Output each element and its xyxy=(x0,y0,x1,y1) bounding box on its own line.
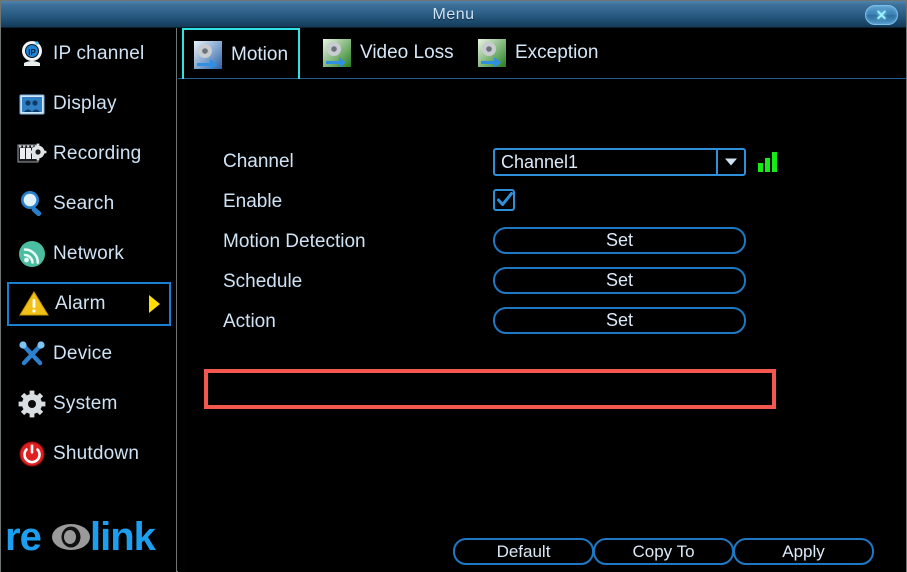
apply-button[interactable]: Apply xyxy=(733,538,874,565)
tab-motion[interactable]: Motion xyxy=(182,28,301,79)
svg-text:link: link xyxy=(90,515,157,559)
sidebar-item-device[interactable]: Device xyxy=(7,332,171,376)
row-motion-detection: Motion Detection Set xyxy=(178,225,906,259)
enable-checkbox[interactable] xyxy=(493,189,515,211)
sidebar-item-alarm[interactable]: Alarm xyxy=(7,282,171,326)
default-button[interactable]: Default xyxy=(453,538,594,565)
display-icon xyxy=(15,87,49,121)
signal-bars-icon xyxy=(756,149,780,173)
close-icon: ✕ xyxy=(875,7,888,23)
content-panel: Motion Video Loss Exception Channel Chan… xyxy=(178,28,906,572)
motion-gear-arrow-icon xyxy=(194,40,222,70)
channel-label: Channel xyxy=(223,151,294,172)
check-icon xyxy=(497,192,513,206)
alarm-warning-icon xyxy=(17,287,51,321)
svg-text:re: re xyxy=(5,515,41,559)
tabbar: Motion Video Loss Exception xyxy=(178,28,906,79)
network-icon xyxy=(15,237,49,271)
sidebar-item-label: Recording xyxy=(53,143,142,164)
row-enable: Enable xyxy=(178,185,906,219)
sidebar-item-shutdown[interactable]: Shutdown xyxy=(7,432,171,476)
window-title: Menu xyxy=(432,6,475,23)
sidebar-item-label: System xyxy=(53,393,118,414)
sidebar-item-system[interactable]: System xyxy=(7,382,171,426)
copy-to-button[interactable]: Copy To xyxy=(593,538,734,565)
svg-text:IP: IP xyxy=(28,48,36,57)
motion-settings-form: Channel Channel1 Enable Motion Detection… xyxy=(178,79,906,519)
sidebar: IP IP channel Display Recording Search N… xyxy=(1,28,177,572)
chevron-right-icon xyxy=(149,295,160,313)
tools-icon xyxy=(15,337,49,371)
sidebar-item-recording[interactable]: Recording xyxy=(7,132,171,176)
tab-label: Motion xyxy=(231,43,289,65)
enable-label: Enable xyxy=(223,191,283,212)
sidebar-item-search[interactable]: Search xyxy=(7,182,171,226)
sidebar-item-label: Network xyxy=(53,243,125,264)
reolink-logo: re link xyxy=(5,514,175,560)
videoloss-gear-arrow-icon xyxy=(323,39,351,68)
schedule-set-button[interactable]: Set xyxy=(493,267,746,294)
sidebar-item-label: Shutdown xyxy=(53,443,140,464)
row-action: Action Set xyxy=(178,305,906,339)
schedule-label: Schedule xyxy=(223,271,303,292)
chevron-down-icon[interactable] xyxy=(716,150,744,174)
search-icon xyxy=(15,187,49,221)
tab-label: Exception xyxy=(515,42,599,63)
tab-video-loss[interactable]: Video Loss xyxy=(313,28,464,78)
sidebar-item-display[interactable]: Display xyxy=(7,82,171,126)
sidebar-item-ip-channel[interactable]: IP IP channel xyxy=(7,32,171,76)
row-schedule: Schedule Set xyxy=(178,265,906,299)
footer-buttons: Default Copy To Apply xyxy=(178,538,906,566)
sidebar-item-label: IP channel xyxy=(53,43,145,64)
close-button[interactable]: ✕ xyxy=(865,5,898,25)
menu-window: Menu ✕ IP IP channel Display Recording S… xyxy=(0,0,907,572)
sidebar-item-network[interactable]: Network xyxy=(7,232,171,276)
sidebar-item-label: Search xyxy=(53,193,115,214)
action-row-highlight xyxy=(204,369,776,409)
action-label: Action xyxy=(223,311,276,332)
ip-camera-icon: IP xyxy=(15,37,49,71)
power-icon xyxy=(15,437,49,471)
window-titlebar: Menu ✕ xyxy=(1,1,906,28)
sidebar-item-label: Alarm xyxy=(55,293,106,314)
row-channel: Channel Channel1 xyxy=(178,145,906,179)
action-set-button[interactable]: Set xyxy=(493,307,746,334)
channel-select[interactable]: Channel1 xyxy=(493,148,746,176)
recording-icon xyxy=(15,137,49,171)
exception-gear-arrow-icon xyxy=(478,39,506,68)
channel-select-value: Channel1 xyxy=(501,152,579,172)
motion-detection-label: Motion Detection xyxy=(223,231,366,252)
motion-detection-set-button[interactable]: Set xyxy=(493,227,746,254)
sidebar-item-label: Display xyxy=(53,93,117,114)
tab-label: Video Loss xyxy=(360,42,454,63)
tab-exception[interactable]: Exception xyxy=(468,28,608,78)
gear-icon xyxy=(15,387,49,421)
sidebar-item-label: Device xyxy=(53,343,113,364)
